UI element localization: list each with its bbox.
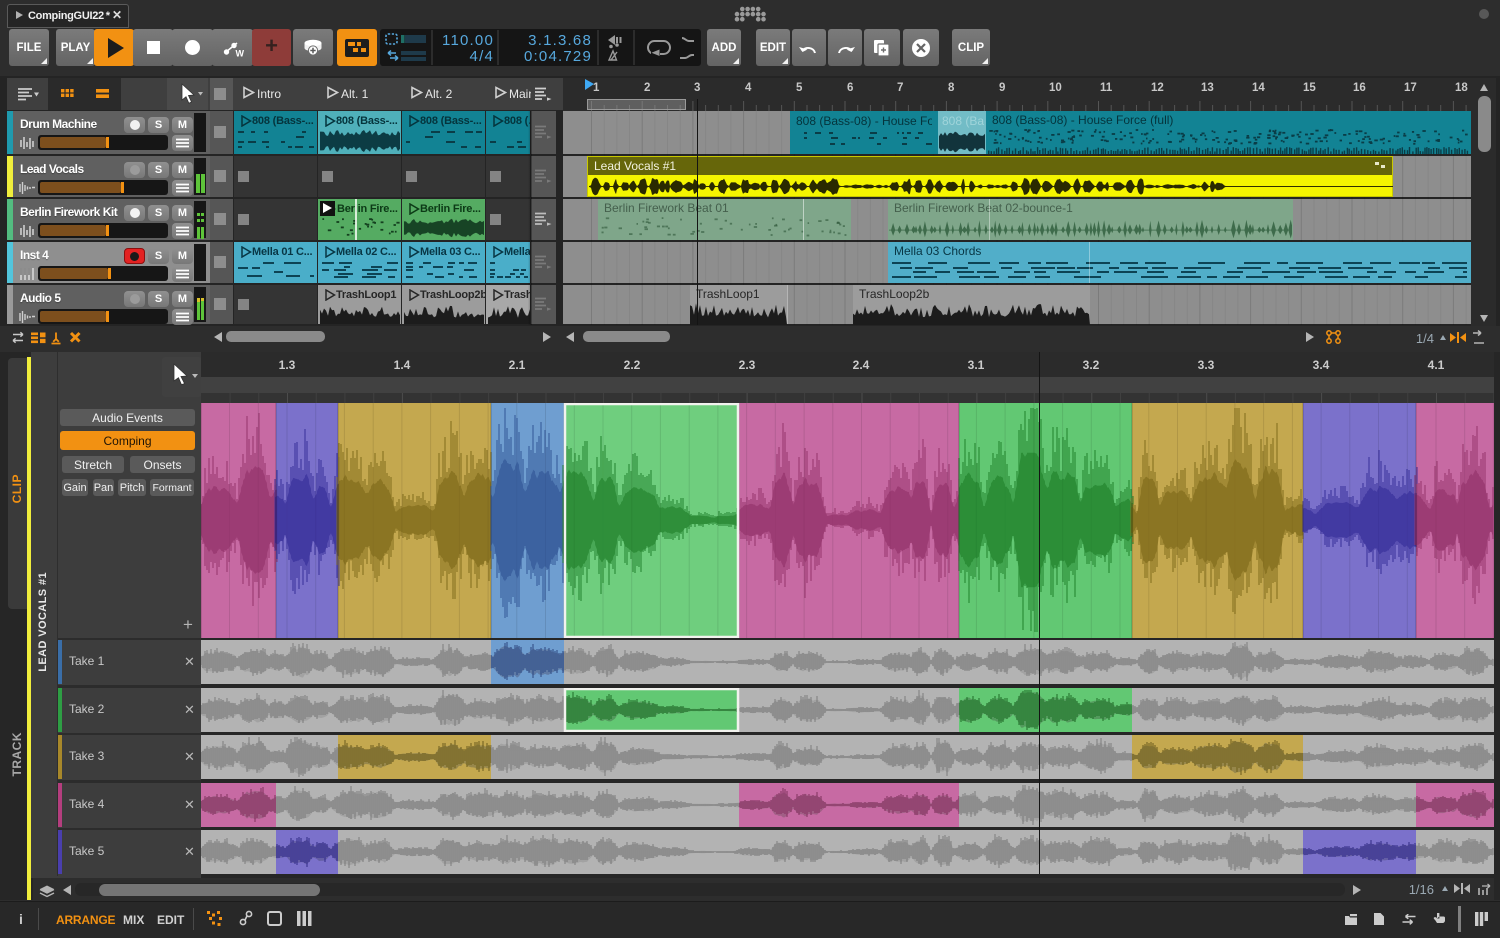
svg-text:18: 18: [1455, 82, 1468, 94]
svg-text:1: 1: [593, 82, 600, 94]
svg-text:3.1: 3.1: [968, 358, 985, 372]
svg-text:3: 3: [694, 82, 700, 94]
svg-text:2: 2: [644, 82, 650, 94]
svg-text:6: 6: [847, 82, 853, 94]
svg-text:1.4: 1.4: [394, 358, 411, 372]
svg-text:16: 16: [1353, 82, 1366, 94]
svg-text:3.2: 3.2: [1083, 358, 1100, 372]
svg-text:10: 10: [1049, 82, 1062, 94]
svg-text:4: 4: [745, 82, 752, 94]
svg-text:7: 7: [897, 82, 903, 94]
svg-text:17: 17: [1404, 82, 1417, 94]
svg-text:4.1: 4.1: [1428, 358, 1445, 372]
svg-text:2.3: 2.3: [739, 358, 756, 372]
svg-text:9: 9: [999, 82, 1005, 94]
svg-text:2.4: 2.4: [853, 358, 870, 372]
svg-text:2.1: 2.1: [509, 358, 526, 372]
svg-text:14: 14: [1252, 82, 1265, 94]
svg-text:15: 15: [1303, 82, 1316, 94]
svg-text:3.4: 3.4: [1313, 358, 1330, 372]
svg-text:11: 11: [1100, 82, 1113, 94]
svg-text:W: W: [235, 48, 244, 58]
svg-text:2.2: 2.2: [624, 358, 641, 372]
svg-text:8: 8: [948, 82, 955, 94]
svg-text:13: 13: [1201, 82, 1214, 94]
svg-text:1.3: 1.3: [279, 358, 296, 372]
svg-text:12: 12: [1151, 82, 1164, 94]
svg-text:5: 5: [796, 82, 803, 94]
svg-text:3.3: 3.3: [1198, 358, 1215, 372]
